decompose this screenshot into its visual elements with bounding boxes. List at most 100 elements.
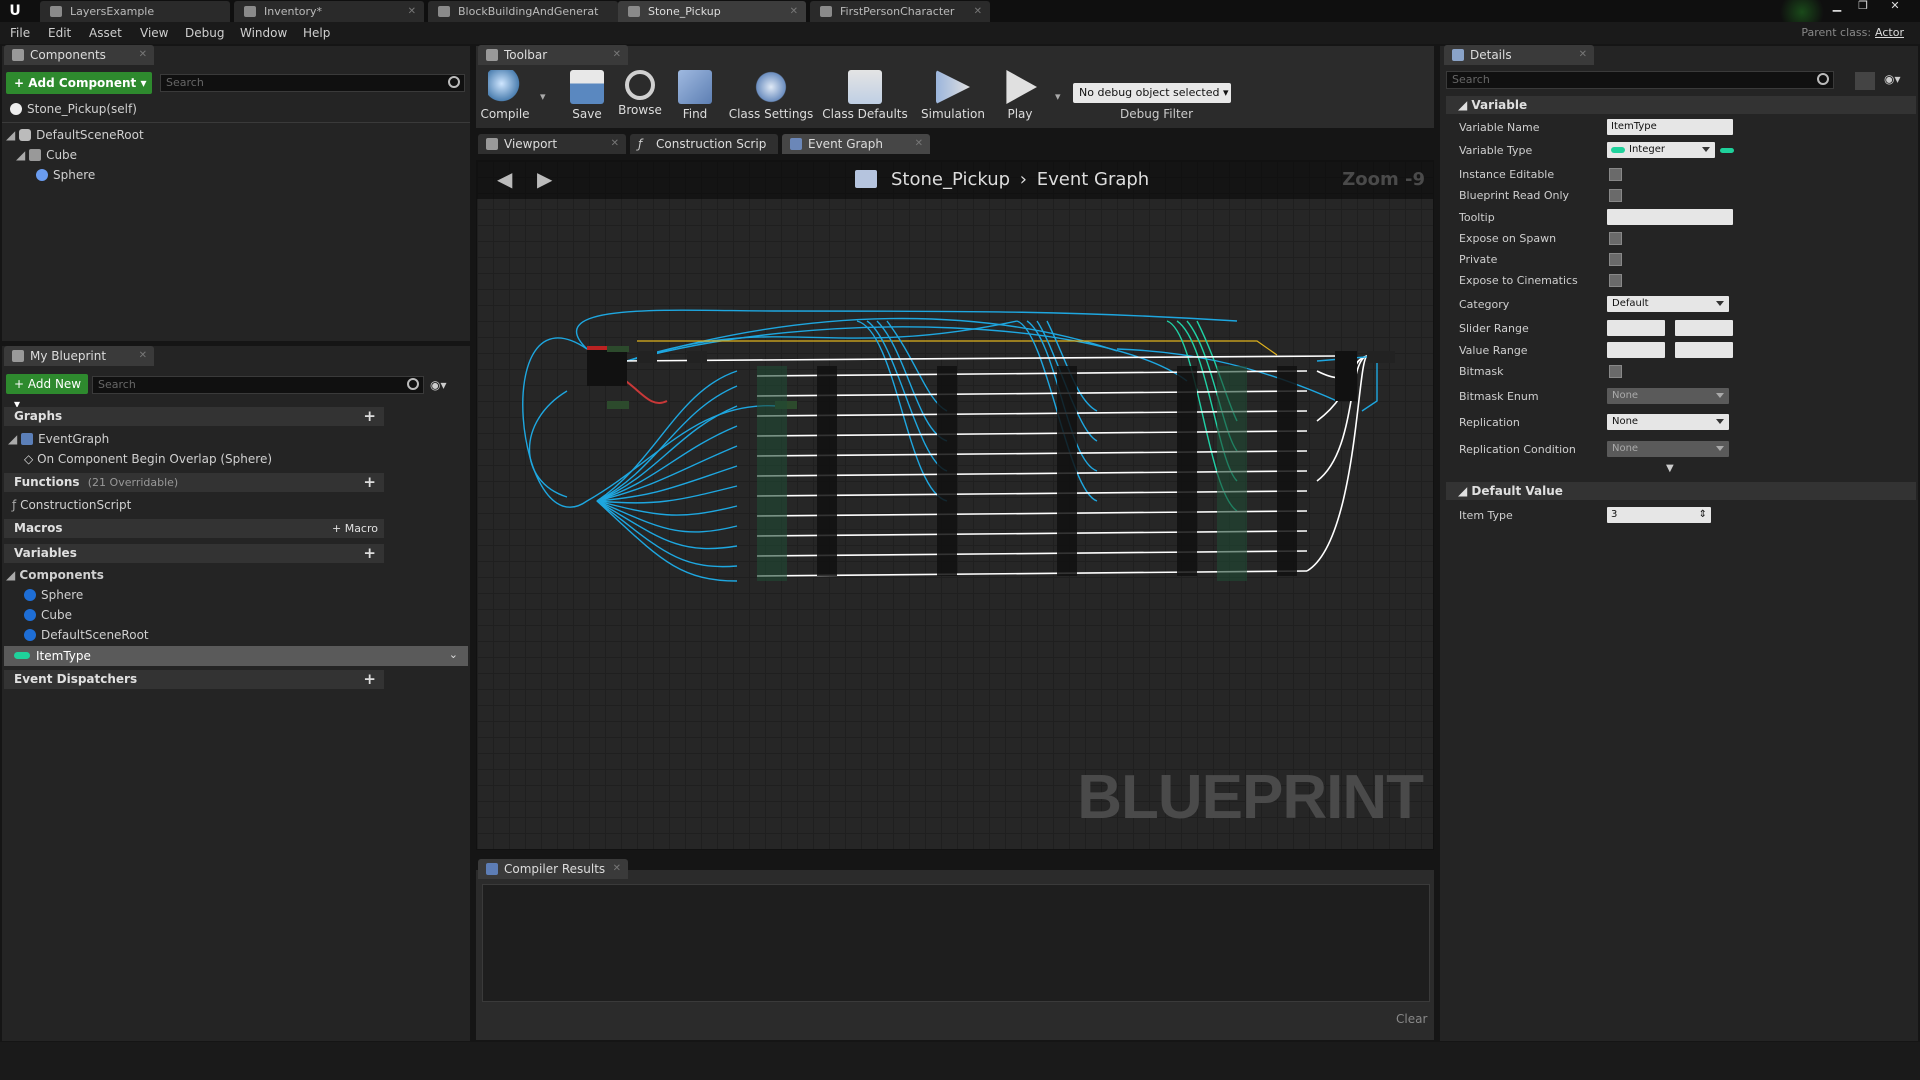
simulation-button[interactable]: Simulation bbox=[918, 68, 988, 126]
compiler-output-log[interactable] bbox=[482, 884, 1430, 1002]
node[interactable] bbox=[637, 351, 657, 363]
value-range-max-input[interactable] bbox=[1675, 342, 1733, 358]
tab-construction-script[interactable]: ƒ Construction Scrip bbox=[630, 134, 778, 154]
clear-button[interactable]: Clear bbox=[1396, 1012, 1427, 1026]
variable-item-cube[interactable]: Cube bbox=[24, 608, 72, 622]
slider-range-min-input[interactable] bbox=[1607, 320, 1665, 336]
node-column[interactable] bbox=[1177, 366, 1197, 576]
tooltip-input[interactable] bbox=[1607, 209, 1733, 225]
add-component-button[interactable]: + Add Component ▾ bbox=[6, 72, 152, 94]
property-matrix-icon[interactable] bbox=[1855, 72, 1875, 90]
menu-help[interactable]: Help bbox=[303, 26, 330, 40]
document-tab-active[interactable]: Stone_Pickup ✕ bbox=[618, 1, 806, 22]
components-search-input[interactable]: Search bbox=[160, 74, 465, 92]
variable-item-defaultsceneroot[interactable]: DefaultSceneRoot bbox=[24, 628, 149, 642]
restore-icon[interactable]: ❐ bbox=[1852, 0, 1874, 14]
minimize-icon[interactable]: ▁ bbox=[1826, 0, 1848, 14]
parent-class-link[interactable]: Actor bbox=[1875, 26, 1904, 39]
blueprint-read-only-checkbox[interactable] bbox=[1609, 189, 1622, 202]
add-dispatcher-icon[interactable]: + bbox=[363, 671, 376, 687]
node[interactable] bbox=[1335, 351, 1357, 401]
tab-viewport[interactable]: Viewport ✕ bbox=[478, 134, 626, 154]
compile-options-chevron-icon[interactable]: ▾ bbox=[540, 90, 546, 103]
close-icon[interactable]: ✕ bbox=[1579, 45, 1587, 65]
components-tab[interactable]: Components ✕ bbox=[4, 45, 154, 65]
add-new-button[interactable]: + Add New ▾ bbox=[6, 374, 88, 411]
close-icon[interactable]: ✕ bbox=[139, 45, 147, 65]
spin-arrows-icon[interactable]: ⇕ bbox=[1699, 507, 1707, 523]
variable-item-sphere[interactable]: Sphere bbox=[24, 588, 83, 602]
self-item[interactable]: Stone_Pickup(self) bbox=[10, 102, 137, 116]
document-tab[interactable]: BlockBuildingAndGenerat bbox=[428, 1, 618, 22]
bitmask-checkbox[interactable] bbox=[1609, 365, 1622, 378]
close-icon[interactable]: ✕ bbox=[613, 45, 621, 65]
menu-file[interactable]: File bbox=[10, 26, 30, 40]
expose-on-spawn-checkbox[interactable] bbox=[1609, 232, 1622, 245]
variables-header[interactable]: Variables + bbox=[4, 544, 384, 563]
document-tab[interactable]: FirstPersonCharacter ✕ bbox=[810, 1, 990, 22]
browse-button[interactable]: Browse bbox=[610, 68, 670, 126]
node[interactable] bbox=[607, 346, 629, 352]
function-item-constructionscript[interactable]: ƒ ConstructionScript bbox=[12, 498, 131, 512]
tree-item-cube[interactable]: ◢ Cube bbox=[16, 148, 77, 162]
compile-button[interactable]: Compile bbox=[474, 68, 536, 126]
compiler-results-tab[interactable]: Compiler Results ✕ bbox=[478, 859, 628, 879]
node-column[interactable] bbox=[1057, 366, 1077, 576]
replication-condition-select[interactable]: None bbox=[1607, 441, 1729, 457]
add-macro-button[interactable]: + Macro bbox=[332, 519, 378, 538]
menu-view[interactable]: View bbox=[140, 26, 168, 40]
close-icon[interactable]: ✕ bbox=[613, 859, 621, 879]
play-options-chevron-icon[interactable]: ▾ bbox=[1055, 90, 1061, 103]
details-search-input[interactable]: Search bbox=[1446, 71, 1834, 89]
my-blueprint-search-input[interactable]: Search bbox=[92, 376, 424, 394]
class-defaults-button[interactable]: Class Defaults bbox=[820, 68, 910, 126]
view-options-eye-icon[interactable]: ◉▾ bbox=[1884, 72, 1901, 86]
menu-edit[interactable]: Edit bbox=[48, 26, 71, 40]
tab-event-graph[interactable]: Event Graph ✕ bbox=[782, 134, 930, 154]
save-button[interactable]: Save bbox=[557, 68, 617, 126]
close-icon[interactable]: ✕ bbox=[974, 1, 982, 22]
event-item-overlap[interactable]: ◇ On Component Begin Overlap (Sphere) bbox=[24, 452, 272, 466]
tree-item-defaultsceneroot[interactable]: ◢ DefaultSceneRoot bbox=[6, 128, 144, 142]
slider-range-max-input[interactable] bbox=[1675, 320, 1733, 336]
close-icon[interactable]: ✕ bbox=[915, 134, 923, 154]
advanced-expand-icon[interactable]: ▼ bbox=[1666, 463, 1674, 474]
value-range-min-input[interactable] bbox=[1607, 342, 1665, 358]
close-icon[interactable]: ✕ bbox=[408, 1, 416, 22]
expose-to-cinematics-checkbox[interactable] bbox=[1609, 274, 1622, 287]
chevron-down-icon[interactable]: ⌄ bbox=[449, 648, 458, 661]
container-type-icon[interactable] bbox=[1720, 148, 1734, 153]
node[interactable] bbox=[607, 401, 629, 409]
private-checkbox[interactable] bbox=[1609, 253, 1622, 266]
add-function-icon[interactable]: + bbox=[363, 474, 376, 490]
menu-debug[interactable]: Debug bbox=[185, 26, 224, 40]
document-tab[interactable]: LayersExample bbox=[40, 1, 230, 22]
graphs-header[interactable]: Graphs + bbox=[4, 407, 384, 426]
my-blueprint-tab[interactable]: My Blueprint ✕ bbox=[4, 346, 154, 366]
components-category[interactable]: ◢ Components bbox=[6, 568, 104, 582]
replication-select[interactable]: None bbox=[1607, 414, 1729, 430]
node[interactable] bbox=[687, 351, 707, 363]
close-icon[interactable]: ✕ bbox=[139, 346, 147, 366]
node-column[interactable] bbox=[1217, 366, 1247, 581]
event-graph-canvas[interactable]: ◀ ▶ Stone_Pickup › Event Graph Zoom -9 B… bbox=[476, 160, 1434, 850]
node[interactable] bbox=[1367, 351, 1395, 363]
variable-section-header[interactable]: ◢ Variable bbox=[1446, 96, 1916, 114]
variable-item-itemtype-selected[interactable]: ItemType ⌄ bbox=[4, 646, 468, 666]
macros-header[interactable]: Macros + Macro bbox=[4, 519, 384, 538]
variable-type-select[interactable]: Integer bbox=[1607, 142, 1715, 158]
variable-name-input[interactable]: ItemType bbox=[1607, 119, 1733, 135]
add-variable-icon[interactable]: + bbox=[363, 545, 376, 561]
node-column[interactable] bbox=[757, 366, 787, 581]
close-icon[interactable]: ✕ bbox=[790, 1, 798, 22]
class-settings-button[interactable]: Class Settings bbox=[726, 68, 816, 126]
item-type-input[interactable]: 3 ⇕ bbox=[1607, 507, 1711, 523]
node-column[interactable] bbox=[817, 366, 837, 576]
find-button[interactable]: Find bbox=[665, 68, 725, 126]
default-value-section-header[interactable]: ◢ Default Value bbox=[1446, 482, 1916, 500]
category-select[interactable]: Default bbox=[1607, 296, 1729, 312]
view-options-eye-icon[interactable]: ◉▾ bbox=[430, 378, 447, 392]
tree-item-sphere[interactable]: Sphere bbox=[36, 168, 95, 182]
menu-asset[interactable]: Asset bbox=[89, 26, 122, 40]
node-column[interactable] bbox=[937, 366, 957, 576]
